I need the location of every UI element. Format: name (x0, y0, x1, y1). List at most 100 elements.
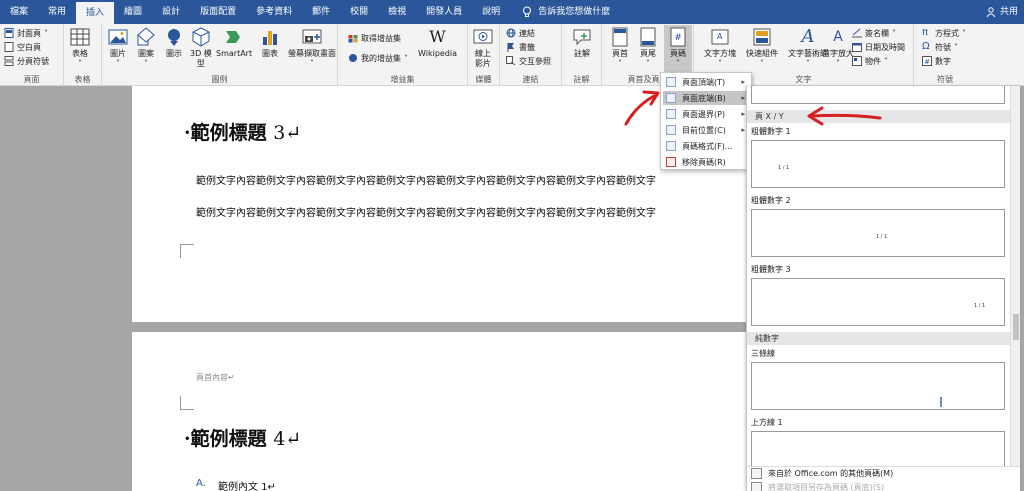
drop-cap-icon: A (833, 29, 843, 45)
wikipedia-button[interactable]: W Wikipedia (418, 27, 457, 59)
number-button[interactable]: # 數字 (922, 55, 951, 67)
tell-me-box[interactable]: 告訴我您想做什麼 (510, 0, 610, 24)
footer-icon (640, 27, 656, 47)
date-time-button[interactable]: 日期及時間 (852, 41, 905, 53)
format-icon (666, 141, 676, 151)
tab-help[interactable]: 說明 (472, 0, 510, 24)
scrollbar-thumb[interactable] (1013, 314, 1019, 340)
share-button[interactable]: 共用 (986, 0, 1018, 24)
heading-4[interactable]: ·範例標題 4↵ (184, 424, 301, 451)
cover-page-button[interactable]: 封面頁 ˅ (4, 27, 48, 39)
tab-insert[interactable]: 插入 (76, 2, 115, 24)
gallery-item-three-lines[interactable] (751, 362, 1005, 410)
list-item[interactable]: 範例內文 1↵ (218, 478, 276, 491)
icons-button[interactable]: 圖示 (164, 27, 184, 59)
blank-page-icon (4, 42, 14, 52)
group-label-pages: 頁面 (23, 75, 40, 84)
tab-layout[interactable]: 版面配置 (190, 0, 246, 24)
page-top-icon (666, 77, 676, 87)
calendar-icon (852, 43, 862, 52)
menu-item-format-page-numbers[interactable]: 頁碼格式(F)... (663, 139, 749, 153)
more-page-numbers-office-button[interactable]: 來自於 Office.com 的其他頁碼(M) (747, 466, 1020, 480)
margin-corner-mark (180, 244, 194, 258)
page-number-button[interactable]: # 頁碼 ˅ (664, 25, 692, 73)
object-button[interactable]: 物件 ˅ (852, 55, 888, 67)
gallery-item-top-line-1[interactable] (751, 431, 1005, 466)
list-marker: A. (196, 478, 206, 489)
screenshot-button[interactable]: 螢幕擷取畫面 ˅ (288, 27, 336, 69)
tab-file[interactable]: 檔案 (0, 0, 38, 24)
header-button[interactable]: 頁首 ˅ (610, 27, 630, 69)
text-box-button[interactable]: A 文字方塊 ˅ (704, 27, 736, 69)
submenu-arrow-icon: ▸ (741, 78, 745, 86)
addin-icon (349, 54, 357, 62)
object-icon (852, 56, 862, 66)
gallery-scrollbar[interactable] (1010, 86, 1020, 466)
body-text-line-1[interactable]: 範例文字內容範例文字內容範例文字內容範例文字內容範例文字內容範例文字內容範例文字… (196, 172, 656, 187)
tab-references[interactable]: 參考資料 (246, 0, 302, 24)
chart-button[interactable]: 圖表 (260, 27, 280, 59)
tab-home[interactable]: 常用 (38, 0, 76, 24)
quick-parts-icon (753, 28, 771, 46)
equation-button[interactable]: π 方程式 ˅ (922, 27, 966, 39)
online-video-button[interactable]: 線上 影片 (473, 27, 493, 69)
group-media: 線上 影片 媒體 (468, 24, 500, 86)
my-addins-button[interactable]: 我的增益集 ˅ (348, 52, 408, 64)
header-content[interactable]: 頁首內容↵ (196, 372, 235, 383)
save-selection-as-page-number-button[interactable]: 將選取項目另存為頁碼 (頁底)(S) (747, 480, 1020, 491)
menu-item-page-margins[interactable]: 頁面邊界(P) ▸ (663, 107, 749, 121)
symbol-button[interactable]: Ω 符號 ˅ (922, 41, 958, 53)
gallery-thumb-partial[interactable] (751, 86, 1005, 104)
drop-cap-button[interactable]: A 首字放大 ˅ (822, 27, 854, 69)
menu-item-current-position[interactable]: 目前位置(C) ▸ (663, 123, 749, 137)
footer-button[interactable]: 頁尾 ˅ (638, 27, 658, 69)
menu-item-remove-page-numbers[interactable]: 移除頁碼(R) (663, 155, 749, 169)
icons-icon (168, 29, 180, 46)
get-addins-button[interactable]: 取得增益集 (348, 32, 401, 44)
table-icon (70, 28, 90, 46)
gallery-item-bold-number-3[interactable]: 1 / 1 (751, 278, 1005, 326)
smartart-button[interactable]: SmartArt (216, 27, 252, 59)
tab-design[interactable]: 設計 (152, 0, 190, 24)
table-button[interactable]: 表格 ˅ (70, 27, 90, 69)
shapes-button[interactable]: 圖案 ˅ (136, 27, 156, 69)
cube-icon (192, 27, 210, 47)
page-break-button[interactable]: 分頁符號 (4, 55, 49, 67)
signature-line-button[interactable]: 簽名欄 ˅ (852, 27, 896, 39)
cross-reference-icon (506, 56, 516, 66)
page-bottom-icon (666, 93, 676, 103)
text-box-icon: A (711, 29, 729, 45)
comment-button[interactable]: 註解 (572, 27, 592, 59)
bookmark-button[interactable]: 書籤 (506, 41, 535, 53)
header-icon (612, 27, 628, 47)
tab-developer[interactable]: 開發人員 (416, 0, 472, 24)
body-text-line-2[interactable]: 範例文字內容範例文字內容範例文字內容範例文字內容範例文字內容範例文字內容範例文字… (196, 204, 656, 219)
tab-view[interactable]: 檢視 (378, 0, 416, 24)
page-number-icon: # (670, 27, 686, 47)
menu-item-bottom-of-page[interactable]: 頁面底端(B) ▸ (663, 91, 749, 105)
group-label-addins: 增益集 (390, 75, 415, 84)
tab-draw[interactable]: 繪圖 (114, 0, 152, 24)
quick-parts-button[interactable]: 快速組件 ˅ (746, 27, 778, 69)
gallery-item-bold-number-2[interactable]: 1 / 1 (751, 209, 1005, 257)
group-label-illustrations: 圖例 (211, 75, 228, 84)
gallery-item-label: 三條線 (751, 349, 775, 358)
group-pages: 封面頁 ˅ 空白頁 分頁符號 頁面 (0, 24, 64, 86)
cross-reference-button[interactable]: 交互參照 (506, 55, 551, 67)
group-addins: 取得增益集 我的增益集 ˅ W Wikipedia 增益集 (338, 24, 468, 86)
tab-review[interactable]: 校閱 (340, 0, 378, 24)
3d-models-button[interactable]: 3D 模 型 (190, 27, 212, 69)
group-illustrations: 圖片 ˅ 圖案 ˅ 圖示 3D 模 型 SmartArt 圖表 螢幕擷取畫面 ˅ 圖例 (102, 24, 338, 86)
group-table: 表格 ˅ 表格 (64, 24, 102, 86)
menu-item-top-of-page[interactable]: 頁面頂端(T) ▸ (663, 75, 749, 89)
pictures-button[interactable]: 圖片 ˅ (108, 27, 128, 69)
blank-page-button[interactable]: 空白頁 (4, 41, 41, 53)
current-position-icon (666, 125, 676, 135)
heading-3[interactable]: ·範例標題 3↵ (184, 118, 301, 145)
submenu-arrow-icon: ▸ (741, 94, 745, 102)
gallery-item-bold-number-1[interactable]: 1 / 1 (751, 140, 1005, 188)
tab-mailings[interactable]: 郵件 (302, 0, 340, 24)
picture-icon (108, 29, 128, 45)
link-button[interactable]: 連結 (506, 27, 535, 39)
gallery-item-label: 粗體數字 1 (751, 127, 791, 136)
